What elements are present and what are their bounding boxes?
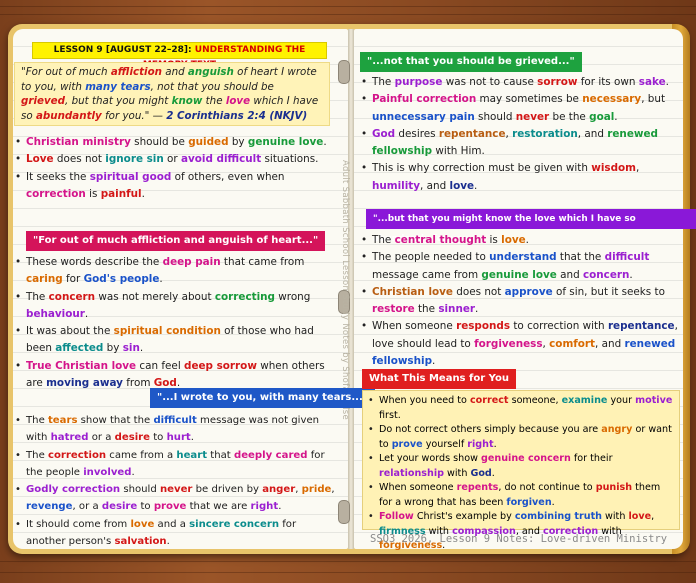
application-box: When you need to correct someone, examin…: [362, 390, 680, 551]
grieved-list: The purpose was not to cause sorrow for …: [360, 74, 678, 195]
binder-ring: [338, 60, 350, 84]
list-item: Let your words show genuine concern for …: [367, 452, 675, 481]
header-grieved: "...not that you should be grieved...": [360, 52, 582, 72]
footer-caption: SSQ3 2026, Lesson 9 Notes: Love-driven M…: [370, 533, 668, 545]
list-item: The tears show that the difficult messag…: [14, 412, 336, 447]
header-what-this-means: What This Means for You: [362, 369, 516, 389]
list-item: Love does not ignore sin or avoid diffic…: [14, 151, 332, 169]
list-item: God desires repentance, restoration, and…: [360, 126, 678, 161]
list-item: It was about the spiritual condition of …: [14, 323, 332, 358]
list-item: When you need to correct someone, examin…: [367, 394, 675, 423]
list-item: Christian ministry should be guided by g…: [14, 134, 332, 152]
list-item: The purpose was not to cause sorrow for …: [360, 74, 678, 92]
list-item: The concern was not merely about correct…: [14, 289, 332, 324]
list-item: It should come from love and a sincere c…: [14, 516, 336, 551]
header-tears: "...I wrote to you, with many tears...": [150, 388, 375, 408]
list-item: Follow Christ's example by combining tru…: [367, 510, 675, 554]
lesson-title: LESSON 9 [AUGUST 22–28]: UNDERSTANDING T…: [32, 42, 327, 70]
list-item: When someone responds to correction with…: [360, 318, 682, 370]
header-know-love: "...but that you might know the love whi…: [366, 209, 696, 244]
list-item: The correction came from a heart that de…: [14, 447, 336, 482]
binder-ring: [338, 500, 350, 524]
list-item: Godly correction should never be driven …: [14, 481, 336, 516]
header-affliction: "For out of much affliction and anguish …: [26, 231, 326, 251]
affliction-list: These words describe the deep pain that …: [14, 254, 332, 392]
list-item: This is why correction must be given wit…: [360, 160, 678, 195]
application-list: When you need to correct someone, examin…: [363, 391, 679, 554]
list-item: It seeks the spiritual good of others, e…: [14, 169, 332, 204]
know-love-list: The central thought is love. The people …: [360, 232, 682, 370]
list-item: Christian love does not approve of sin, …: [360, 284, 682, 319]
list-item: Painful correction may sometimes be nece…: [360, 91, 678, 126]
memory-text-quote: "For out of much affliction and anguish …: [14, 62, 330, 126]
list-item: The people needed to understand that the…: [360, 249, 682, 284]
list-item: When someone repents, do not continue to…: [367, 481, 675, 510]
list-item: These words describe the deep pain that …: [14, 254, 332, 289]
quote-reference: 2 Corinthians 2:4 (NKJV): [166, 109, 308, 122]
lesson-title-prefix: LESSON 9 [AUGUST 22–28]:: [53, 45, 192, 55]
list-item: The central thought is love.: [360, 232, 682, 250]
tears-list: The tears show that the difficult messag…: [14, 412, 336, 550]
list-item: Do not correct others simply because you…: [367, 423, 675, 452]
intro-list: Christian ministry should be guided by g…: [14, 134, 332, 203]
